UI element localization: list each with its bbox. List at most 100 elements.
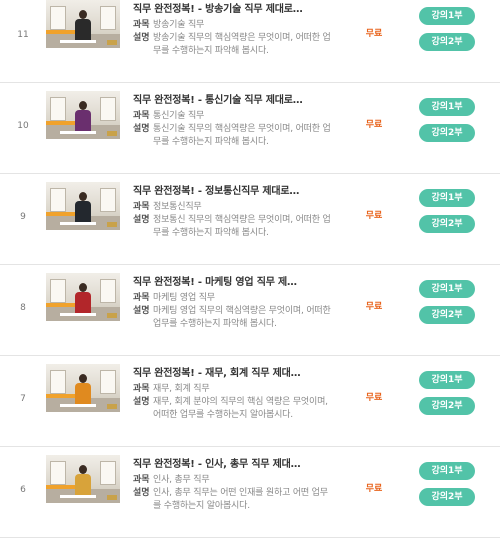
lecture-part2-button[interactable]: 강의2부 <box>419 33 475 51</box>
description-label: 설명 <box>133 215 150 225</box>
description-value: 재무, 회계 분야의 직무의 핵심 역량은 무엇이며, 어떠한 업무를 수행하는… <box>153 397 328 420</box>
presenter-head <box>79 192 87 201</box>
presenter-head <box>79 374 87 383</box>
course-label: 과목 <box>133 475 150 485</box>
lecture-part1-button[interactable]: 강의1부 <box>419 280 475 298</box>
lecture-part1-button[interactable]: 강의1부 <box>419 189 475 207</box>
lecture-part2-button[interactable]: 강의2부 <box>419 124 475 142</box>
lecture-title[interactable]: 직무 완전정복! - 방송기술 직무 제대로… <box>133 0 333 15</box>
channel-logo <box>107 495 117 500</box>
lecture-row: 9 직무 완전정복! - 정보통신직무 제대로… 과목 정보통신직무 설명 정보통신… <box>0 174 500 265</box>
lecture-number: 9 <box>20 212 26 222</box>
lecture-part1-button[interactable]: 강의1부 <box>419 98 475 116</box>
studio-panel-left <box>50 370 66 394</box>
lecture-list: 11 직무 완전정복! - 방송기술 직무 제대로… 과목 방송기술 직무 설명 방… <box>0 0 500 538</box>
description-value: 인사, 총무 직무는 어떤 인재를 원하고 어떤 업무를 수행하는지 알아봅시다… <box>153 488 328 511</box>
price-label: 무료 <box>365 120 383 130</box>
studio-panel-right <box>100 6 116 30</box>
channel-logo <box>107 313 117 318</box>
studio-panel-left <box>50 6 66 30</box>
description-value: 통신기술 직무의 핵심역량은 무엇이며, 어떠한 업무를 수행하는지 파악해 봅… <box>153 124 331 147</box>
price-label: 무료 <box>365 29 383 39</box>
studio-panel-right <box>100 188 116 212</box>
lecture-number: 10 <box>17 121 29 131</box>
course-value: 인사, 총무 직무 <box>153 475 210 485</box>
presenter-head <box>79 10 87 19</box>
lecture-part2-button[interactable]: 강의2부 <box>419 215 475 233</box>
description-label: 설명 <box>133 488 150 498</box>
lecture-row: 7 직무 완전정복! - 재무, 회계 직무 제대… 과목 재무, 회계 직무 설… <box>0 356 500 447</box>
lecture-part2-button[interactable]: 강의2부 <box>419 397 475 415</box>
price-label: 무료 <box>365 484 383 494</box>
lecture-part1-button[interactable]: 강의1부 <box>419 7 475 25</box>
lecture-title[interactable]: 직무 완전정복! - 인사, 총무 직무 제대… <box>133 455 333 470</box>
lecture-row: 10 직무 완전정복! - 통신기술 직무 제대로… 과목 통신기술 직무 설명 통… <box>0 83 500 174</box>
studio-panel-right <box>100 370 116 394</box>
course-value: 정보통신직무 <box>153 202 202 212</box>
lecture-thumbnail[interactable] <box>46 91 120 139</box>
course-label: 과목 <box>133 202 150 212</box>
lecture-thumbnail[interactable] <box>46 273 120 321</box>
lecture-part2-button[interactable]: 강의2부 <box>419 488 475 506</box>
course-value: 재무, 회계 직무 <box>153 384 210 394</box>
caption-strip <box>60 495 96 498</box>
price-label: 무료 <box>365 211 383 221</box>
lecture-title[interactable]: 직무 완전정복! - 마케팅 영업 직무 제… <box>133 273 333 288</box>
description-label: 설명 <box>133 397 150 407</box>
course-label: 과목 <box>133 111 150 121</box>
studio-panel-right <box>100 97 116 121</box>
description-value: 마케팅 영업 직무의 핵심역량은 무엇이며, 어떠한 업무를 수행하는지 파악해… <box>153 306 331 329</box>
studio-panel-left <box>50 461 66 485</box>
presenter-head <box>79 101 87 110</box>
description-label: 설명 <box>133 306 150 316</box>
studio-panel-right <box>100 279 116 303</box>
lecture-part1-button[interactable]: 강의1부 <box>419 371 475 389</box>
description-label: 설명 <box>133 124 150 134</box>
lecture-row: 11 직무 완전정복! - 방송기술 직무 제대로… 과목 방송기술 직무 설명 방… <box>0 0 500 83</box>
studio-panel-left <box>50 97 66 121</box>
studio-panel-right <box>100 461 116 485</box>
price-label: 무료 <box>365 302 383 312</box>
lecture-title[interactable]: 직무 완전정복! - 정보통신직무 제대로… <box>133 182 333 197</box>
lecture-meta: 과목 인사, 총무 직무 설명 인사, 총무 직무는 어떤 인재를 원하고 어떤 업… <box>133 474 333 513</box>
lecture-row: 6 직무 완전정복! - 인사, 총무 직무 제대… 과목 인사, 총무 직무 설… <box>0 447 500 538</box>
price-label: 무료 <box>365 393 383 403</box>
lecture-title[interactable]: 직무 완전정복! - 재무, 회계 직무 제대… <box>133 364 333 379</box>
caption-strip <box>60 313 96 316</box>
caption-strip <box>60 222 96 225</box>
lecture-thumbnail[interactable] <box>46 0 120 48</box>
lecture-thumbnail[interactable] <box>46 364 120 412</box>
course-label: 과목 <box>133 293 150 303</box>
lecture-part2-button[interactable]: 강의2부 <box>419 306 475 324</box>
lecture-thumbnail[interactable] <box>46 455 120 503</box>
channel-logo <box>107 40 117 45</box>
presenter-head <box>79 283 87 292</box>
caption-strip <box>60 131 96 134</box>
studio-panel-left <box>50 188 66 212</box>
lecture-meta: 과목 정보통신직무 설명 정보통신 직무의 핵심역량은 무엇이며, 어떠한 업무를 … <box>133 201 333 240</box>
lecture-meta: 과목 마케팅 영업 직무 설명 마케팅 영업 직무의 핵심역량은 무엇이며, 어떠한… <box>133 292 333 331</box>
lecture-number: 7 <box>20 394 26 404</box>
presenter-head <box>79 465 87 474</box>
lecture-meta: 과목 재무, 회계 직무 설명 재무, 회계 분야의 직무의 핵심 역량은 무엇이며… <box>133 383 333 422</box>
course-label: 과목 <box>133 384 150 394</box>
caption-strip <box>60 40 96 43</box>
course-value: 마케팅 영업 직무 <box>153 293 215 303</box>
lecture-meta: 과목 통신기술 직무 설명 통신기술 직무의 핵심역량은 무엇이며, 어떠한 업무를… <box>133 110 333 149</box>
channel-logo <box>107 222 117 227</box>
description-value: 정보통신 직무의 핵심역량은 무엇이며, 어떠한 업무를 수행하는지 파악해 봅… <box>153 215 331 238</box>
channel-logo <box>107 131 117 136</box>
description-label: 설명 <box>133 33 150 43</box>
lecture-meta: 과목 방송기술 직무 설명 방송기술 직무의 핵심역량은 무엇이며, 어떠한 업무를… <box>133 19 333 58</box>
lecture-thumbnail[interactable] <box>46 182 120 230</box>
studio-panel-left <box>50 279 66 303</box>
lecture-row: 8 직무 완전정복! - 마케팅 영업 직무 제… 과목 마케팅 영업 직무 설명… <box>0 265 500 356</box>
channel-logo <box>107 404 117 409</box>
lecture-number: 8 <box>20 303 26 313</box>
caption-strip <box>60 404 96 407</box>
lecture-title[interactable]: 직무 완전정복! - 통신기술 직무 제대로… <box>133 91 333 106</box>
course-value: 방송기술 직무 <box>153 20 205 30</box>
lecture-part1-button[interactable]: 강의1부 <box>419 462 475 480</box>
lecture-number: 6 <box>20 485 26 495</box>
course-value: 통신기술 직무 <box>153 111 205 121</box>
